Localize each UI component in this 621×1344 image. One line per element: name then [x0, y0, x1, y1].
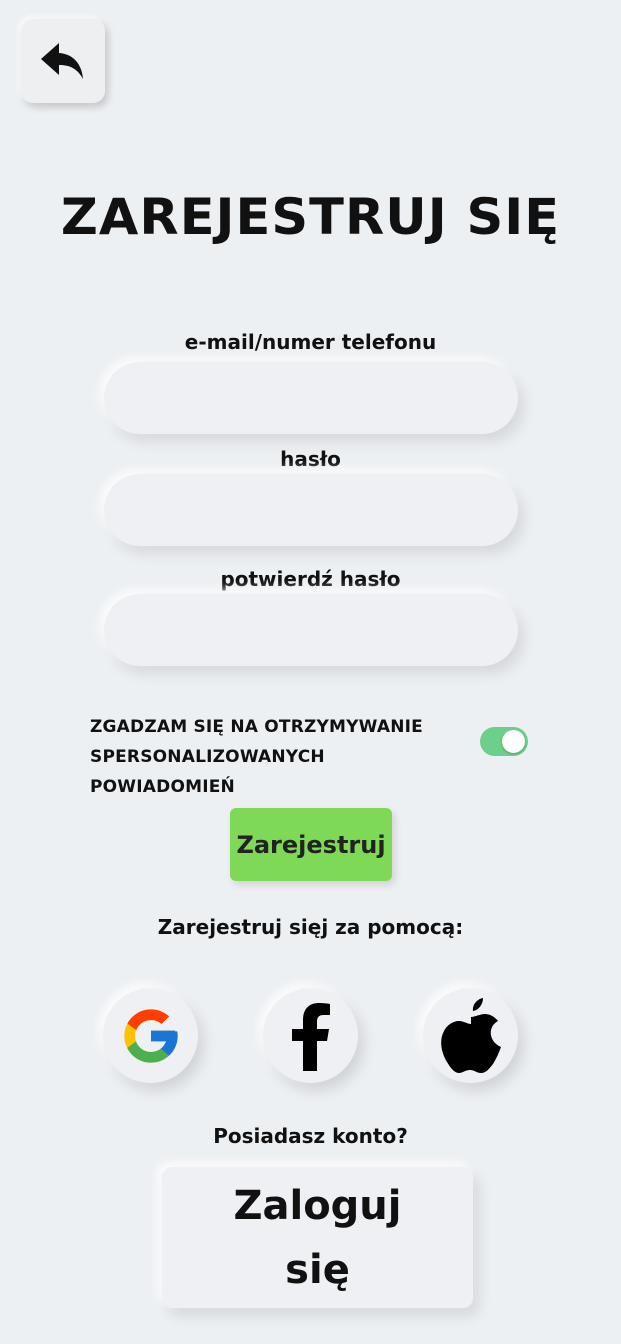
register-button[interactable]: Zarejestruj [230, 808, 392, 881]
google-button[interactable] [103, 988, 198, 1083]
google-icon [123, 1008, 178, 1063]
facebook-button[interactable] [263, 988, 358, 1083]
email-field[interactable] [104, 362, 518, 434]
social-register-caption: Zarejestruj sięj za pomocą: [157, 915, 464, 939]
have-account-caption: Posiadasz konto? [213, 1124, 408, 1148]
consent-toggle[interactable] [480, 727, 528, 756]
password-label: hasło [280, 447, 341, 471]
confirm-password-label: potwierdź hasło [220, 567, 401, 591]
consent-line-2: SPERSONALIZOWANYCH POWIADOMIEŃ [90, 747, 325, 797]
apple-icon [440, 997, 501, 1073]
login-button[interactable]: Zaloguj się [162, 1167, 473, 1308]
login-button-label: Zaloguj się [233, 1182, 402, 1293]
email-label: e-mail/numer telefonu [184, 330, 437, 354]
back-button[interactable] [21, 19, 105, 103]
toggle-knob [502, 730, 525, 753]
apple-button[interactable] [423, 988, 518, 1083]
password-field[interactable] [104, 474, 518, 546]
page-title: ZAREJESTRUJ SIĘ [60, 188, 561, 246]
undo-arrow-icon [41, 43, 83, 79]
confirm-password-field[interactable] [104, 594, 518, 666]
consent-text: ZGADZAM SIĘ NA OTRZYMYWANIE SPERSONALIZO… [90, 712, 460, 802]
facebook-icon [291, 1002, 330, 1071]
consent-line-1: ZGADZAM SIĘ NA OTRZYMYWANIE [90, 717, 423, 737]
